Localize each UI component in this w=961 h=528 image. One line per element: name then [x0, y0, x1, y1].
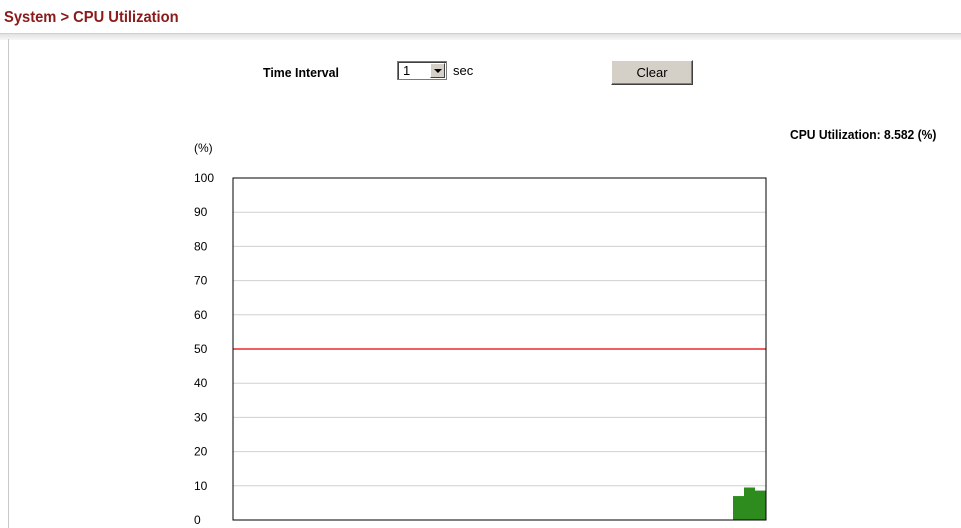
- y-tick-label: 60: [194, 308, 208, 322]
- y-axis-unit-label: (%): [194, 141, 213, 155]
- y-axis-ticks: 1009080706050403020100: [194, 171, 214, 527]
- y-tick-label: 80: [194, 239, 208, 253]
- bars: [733, 487, 766, 520]
- cpu-utilization-readout: CPU Utilization: 8.582 (%): [790, 127, 937, 142]
- time-interval-unit: sec: [453, 63, 474, 78]
- y-tick-label: 40: [194, 376, 208, 390]
- y-tick-label: 50: [194, 342, 208, 356]
- y-tick-label: 100: [194, 171, 214, 185]
- content-border: [8, 39, 9, 528]
- cpu-utilization-chart: 1009080706050403020100: [194, 171, 767, 527]
- y-tick-label: 10: [194, 479, 208, 493]
- clear-button[interactable]: Clear: [611, 60, 693, 85]
- cpu-bar: [755, 490, 766, 520]
- y-tick-label: 0: [194, 513, 201, 527]
- y-tick-label: 20: [194, 445, 208, 459]
- page-title: System > CPU Utilization: [4, 9, 179, 26]
- y-tick-label: 30: [194, 410, 208, 424]
- cpu-bar: [744, 487, 755, 520]
- time-interval-label: Time Interval: [263, 65, 339, 80]
- y-tick-label: 90: [194, 205, 208, 219]
- title-divider: [0, 33, 961, 40]
- time-interval-value: 1: [403, 63, 411, 78]
- chevron-down-icon[interactable]: [430, 63, 445, 78]
- cpu-bar: [733, 496, 744, 520]
- y-tick-label: 70: [194, 274, 208, 288]
- time-interval-select[interactable]: 1: [397, 61, 447, 80]
